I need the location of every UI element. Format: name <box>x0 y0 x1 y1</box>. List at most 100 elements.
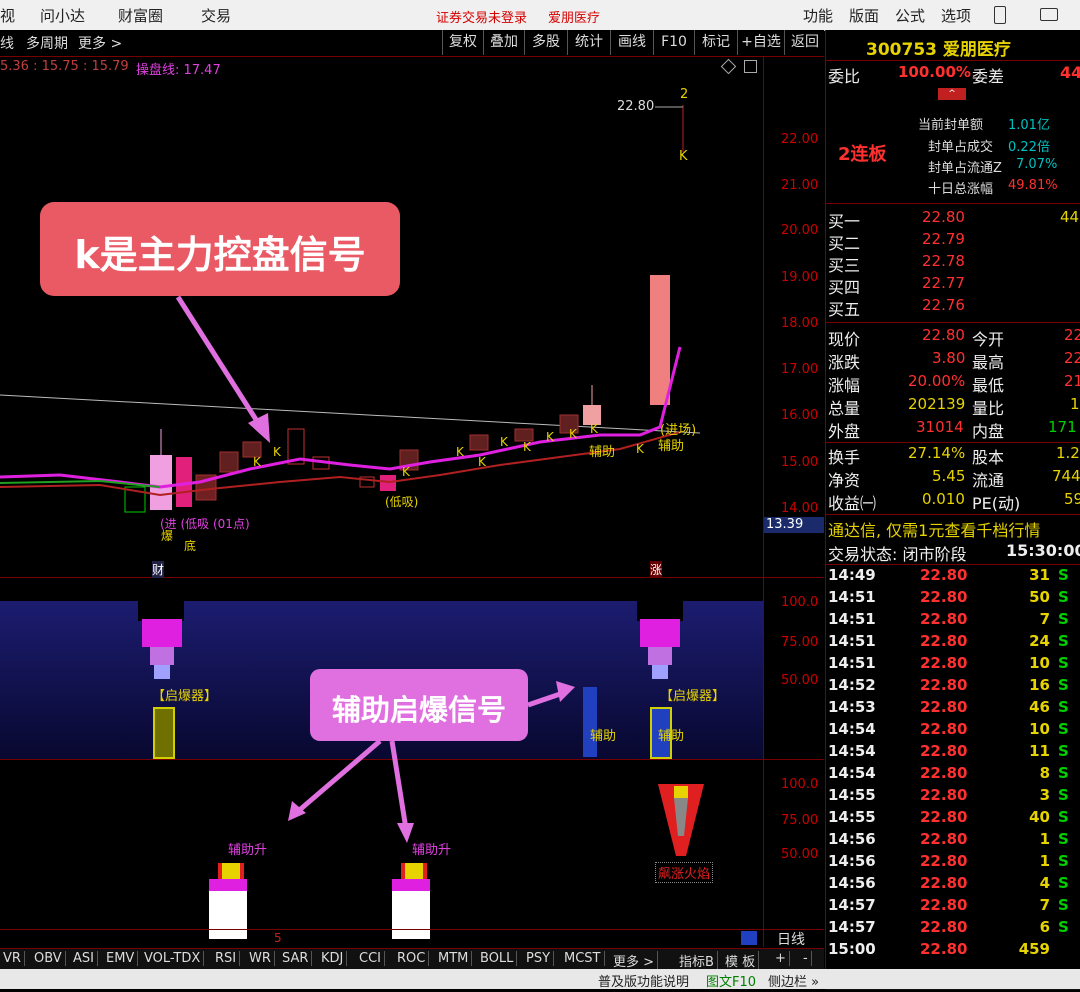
tab-cci[interactable]: CCI <box>356 951 385 966</box>
stat-label: 换手 <box>828 448 861 467</box>
tick-price: 22.80 <box>920 786 968 804</box>
toolbar-button-fuquan[interactable]: 复权 <box>442 30 483 55</box>
tab-zoom-in[interactable]: + <box>772 951 790 966</box>
toolbar-button-stats[interactable]: 统计 <box>567 30 610 55</box>
tick-time: 14:56 <box>828 874 876 892</box>
price-tick: 22.00 <box>781 132 819 147</box>
stat-value: 20.00% <box>908 372 966 390</box>
menu-stock-name: 爱朋医疗 <box>548 11 601 26</box>
bid-price: 22.76 <box>922 296 965 314</box>
tab-vr[interactable]: VR <box>0 951 25 966</box>
tab-mtm[interactable]: MTM <box>435 951 473 966</box>
login-notice[interactable]: 证券交易未登录 <box>436 7 527 26</box>
tick-side: S <box>1058 588 1069 606</box>
callout-arrow <box>294 739 382 815</box>
bid-label: 买三 <box>828 256 861 275</box>
toolbar-button-draw[interactable]: 画线 <box>610 30 653 55</box>
panel-divider <box>825 30 826 969</box>
mail-icon[interactable] <box>1040 8 1058 21</box>
stat-row: 收益㈠ 0.010 PE(动) 59 <box>826 490 1080 513</box>
stat-row: 净资 5.45 流通 744 <box>826 467 1080 490</box>
status-help[interactable]: 普及版功能说明 <box>598 971 689 990</box>
status-f10[interactable]: 图文F10 <box>706 971 756 990</box>
callout-arrow <box>389 740 409 830</box>
phone-icon[interactable] <box>994 6 1006 24</box>
tab-roc[interactable]: ROC <box>394 951 430 966</box>
bid-row: 买一 22.80 44 <box>826 208 1080 231</box>
tick-time: 14:57 <box>828 896 876 914</box>
tick-volume: 11 <box>1029 742 1050 760</box>
tick-price: 22.80 <box>920 698 968 716</box>
status-sidebar[interactable]: 侧边栏 » <box>768 971 819 990</box>
ad-banner[interactable]: 通达信, 仅需1元查看千档行情 <box>828 517 1040 541</box>
tab-more[interactable]: 更多 > <box>610 951 659 970</box>
tick-list[interactable]: 14:49 22.80 31 S 14:51 22.80 50 S 14:51 22.80 7 S 14… <box>826 566 1080 962</box>
stat-label: 今开 <box>972 330 1005 349</box>
stat-value: 21 <box>1064 372 1080 390</box>
toolbar-button-mark[interactable]: 标记 <box>694 30 737 55</box>
tab-asi[interactable]: ASI <box>70 951 98 966</box>
bid-price: 22.78 <box>922 252 965 270</box>
expand-icon[interactable]: ^ <box>938 88 966 100</box>
menu-item-caifuquan[interactable]: 财富圈 <box>118 5 163 26</box>
aux-rise-top <box>218 863 244 879</box>
tick-side: S <box>1058 808 1069 826</box>
tab-boll[interactable]: BOLL <box>477 951 518 966</box>
menu-item-trade[interactable]: 交易 <box>201 5 231 26</box>
menu-item-options[interactable]: 选项 <box>941 5 971 26</box>
tab-obv[interactable]: OBV <box>31 951 66 966</box>
stat-label: 净资 <box>828 471 861 490</box>
tick-side: S <box>1058 786 1069 804</box>
toolbar-button-overlay[interactable]: 叠加 <box>483 30 524 55</box>
tab-kdj[interactable]: KDJ <box>318 951 348 966</box>
tick-price: 22.80 <box>920 852 968 870</box>
price-tick: 21.00 <box>781 178 819 193</box>
tick-row: 14:52 22.80 16 S <box>826 676 1080 698</box>
menu-item-function[interactable]: 功能 <box>803 5 833 26</box>
toolbar-item-line[interactable]: 线 <box>0 33 14 53</box>
tab-indicator-b[interactable]: 指标B <box>676 951 718 970</box>
tab-sar[interactable]: SAR <box>279 951 313 966</box>
tab-template[interactable]: 模 板 <box>722 951 760 970</box>
menu-item-wenxiaoda[interactable]: 问小达 <box>40 5 85 26</box>
toolbar-item-more[interactable]: 更多 > <box>78 33 122 53</box>
tick-time: 14:57 <box>828 918 876 936</box>
tab-wr[interactable]: WR <box>246 951 275 966</box>
toolbar-item-multiperiod[interactable]: 多周期 <box>26 33 68 53</box>
stat-row: 换手 27.14% 股本 1.2 <box>826 444 1080 467</box>
pane-divider <box>0 929 824 930</box>
chart-area[interactable]: 5.36 : 15.75 : 15.79 操盘线: 17.47 22.00 21… <box>0 57 824 949</box>
tab-mcst[interactable]: MCST <box>561 951 605 966</box>
seal-info-label: 封单占成交 <box>928 140 994 155</box>
tick-side: S <box>1058 720 1069 738</box>
tick-volume: 1 <box>1039 830 1050 848</box>
tick-price: 22.80 <box>920 874 968 892</box>
tick-time: 14:54 <box>828 742 876 760</box>
toolbar-button-add-watchlist[interactable]: +自选 <box>737 30 784 55</box>
tick-time: 14:51 <box>828 588 876 606</box>
tab-emv[interactable]: EMV <box>103 951 139 966</box>
tab-rsi[interactable]: RSI <box>212 951 241 966</box>
scroll-indicator[interactable] <box>741 931 757 945</box>
toolbar-button-back[interactable]: 返回 <box>784 30 825 55</box>
stat-label: 涨跌 <box>828 353 861 372</box>
menu-item-formula[interactable]: 公式 <box>895 5 925 26</box>
menu-item-layout[interactable]: 版面 <box>849 5 879 26</box>
tab-vol-tdx[interactable]: VOL-TDX <box>141 951 205 966</box>
bid-label: 买二 <box>828 234 861 253</box>
tab-psy[interactable]: PSY <box>523 951 555 966</box>
tab-zoom-out[interactable]: - <box>800 951 812 966</box>
toolbar-button-f10[interactable]: F10 <box>653 30 694 55</box>
tick-time: 14:54 <box>828 764 876 782</box>
aux-rise-label: 辅助升 <box>228 843 268 858</box>
tick-row: 14:57 22.80 6 S <box>826 918 1080 940</box>
toolbar-button-multistock[interactable]: 多股 <box>524 30 567 55</box>
stat-value: 1.2 <box>1056 444 1080 462</box>
period-label[interactable]: 日线 <box>777 929 805 949</box>
flame-icon <box>658 784 704 856</box>
price-tick: 20.00 <box>781 223 819 238</box>
menu-item-view[interactable]: 视 <box>0 5 15 26</box>
tick-time: 14:52 <box>828 676 876 694</box>
tick-volume: 7 <box>1039 896 1050 914</box>
tick-volume: 10 <box>1029 720 1050 738</box>
